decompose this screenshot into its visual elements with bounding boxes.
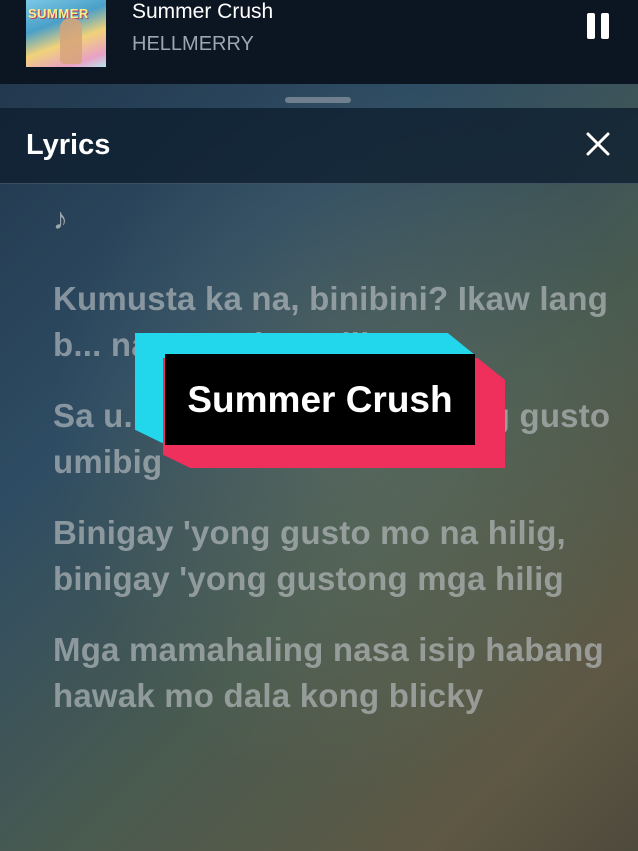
lyrics-title: Lyrics	[26, 129, 111, 161]
now-playing-bar[interactable]: SUMMER Summer Crush HELLMERRY	[0, 0, 638, 84]
music-note-icon: ♪	[53, 203, 68, 236]
close-button[interactable]	[578, 124, 618, 164]
caption-box: Summer Crush	[165, 354, 475, 445]
lyrics-header: Lyrics	[0, 108, 638, 184]
caption-overlay: Summer Crush	[135, 333, 505, 468]
album-art-figure	[60, 18, 82, 64]
track-title: Summer Crush	[132, 0, 274, 23]
caption-text: Summer Crush	[187, 378, 453, 420]
album-art-text: SUMMER	[28, 6, 89, 21]
app-root: SUMMER Summer Crush HELLMERRY Lyrics ♪ K…	[0, 0, 638, 851]
lyric-line[interactable]: Binigay 'yong gusto mo na hilig, binigay…	[53, 510, 613, 602]
drag-handle[interactable]	[285, 97, 351, 103]
lyric-line[interactable]: Mga mamahaling nasa isip habang hawak mo…	[53, 627, 613, 719]
album-art[interactable]: SUMMER	[26, 0, 106, 67]
lyrics-list: ♪ Kumusta ka na, binibini? Ikaw lang b..…	[53, 200, 613, 744]
pause-button[interactable]	[576, 4, 620, 48]
track-artist: HELLMERRY	[132, 33, 254, 55]
close-icon	[586, 132, 610, 156]
pause-icon	[587, 13, 609, 39]
